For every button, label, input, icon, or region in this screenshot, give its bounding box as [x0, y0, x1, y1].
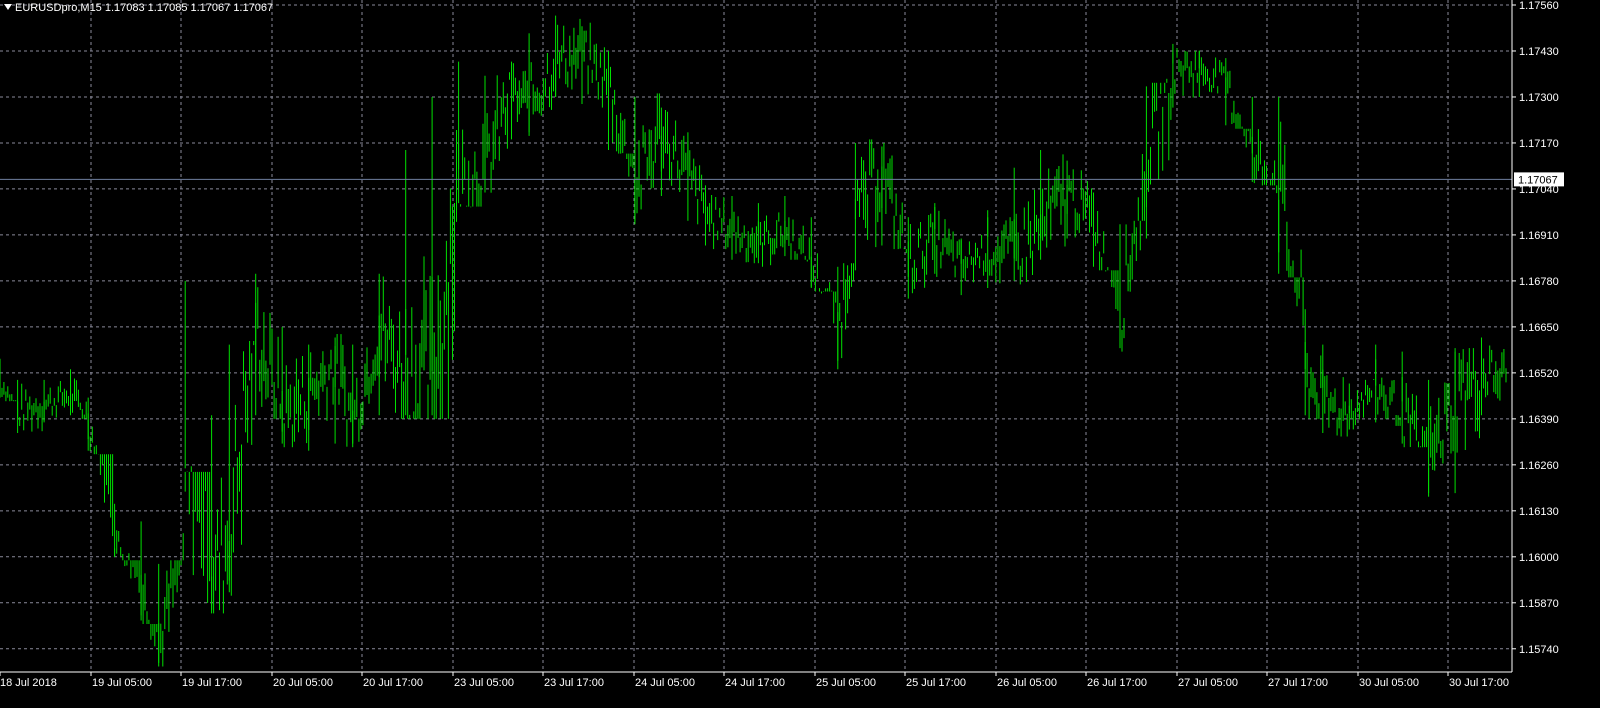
y-tick-label: 1.17560	[1519, 0, 1559, 12]
x-tick-label: 27 Jul 17:00	[1268, 677, 1328, 689]
y-tick-label: 1.16910	[1519, 230, 1559, 242]
y-tick-label: 1.15870	[1519, 598, 1559, 610]
x-tick-label: 30 Jul 17:00	[1449, 677, 1509, 689]
y-tick-label: 1.17430	[1519, 46, 1559, 58]
current-price-label: 1.17067	[1518, 174, 1558, 186]
chart-header: EURUSDpro,M15 1.17083 1.17085 1.17067 1.…	[4, 2, 273, 14]
price-axis: 1.175601.174301.173001.171701.170401.169…	[0, 0, 1559, 673]
y-tick-label: 1.16000	[1519, 552, 1559, 564]
y-tick-label: 1.16130	[1519, 506, 1559, 518]
x-tick-label: 30 Jul 05:00	[1359, 677, 1419, 689]
x-tick-label: 26 Jul 05:00	[997, 677, 1057, 689]
x-tick-label: 26 Jul 17:00	[1087, 677, 1147, 689]
y-tick-label: 1.16780	[1519, 276, 1559, 288]
x-tick-label: 19 Jul 17:00	[182, 677, 242, 689]
y-tick-label: 1.17300	[1519, 92, 1559, 104]
price-series	[0, 15, 1507, 667]
y-tick-label: 1.16260	[1519, 460, 1559, 472]
y-tick-label: 1.16650	[1519, 322, 1559, 334]
price-label: 1.17067	[1514, 172, 1564, 187]
x-tick-label: 25 Jul 05:00	[816, 677, 876, 689]
y-tick-label: 1.15740	[1519, 644, 1559, 656]
x-tick-label: 23 Jul 17:00	[544, 677, 604, 689]
x-tick-label: 20 Jul 17:00	[363, 677, 423, 689]
x-tick-label: 24 Jul 17:00	[725, 677, 785, 689]
time-axis: 18 Jul 2018 19 Jul 05:00 19 Jul 17:00 20 Ju…	[0, 672, 1509, 689]
triangle-down-icon[interactable]	[4, 4, 12, 10]
x-tick-label: 24 Jul 05:00	[635, 677, 695, 689]
y-tick-label: 1.17170	[1519, 138, 1559, 150]
symbol-header: EURUSDpro,M15 1.17083 1.17085 1.17067 1.…	[15, 2, 273, 14]
x-tick-label: 27 Jul 05:00	[1178, 677, 1238, 689]
x-tick-label: 25 Jul 17:00	[906, 677, 966, 689]
y-tick-label: 1.16520	[1519, 368, 1559, 380]
x-tick-label: 23 Jul 05:00	[454, 677, 514, 689]
x-tick-label: 18 Jul 2018	[0, 677, 57, 689]
x-tick-label: 20 Jul 05:00	[273, 677, 333, 689]
x-tick-label: 19 Jul 05:00	[92, 677, 152, 689]
price-chart[interactable]: 1.175601.174301.173001.171701.170401.169…	[0, 0, 1600, 708]
y-tick-label: 1.16390	[1519, 414, 1559, 426]
